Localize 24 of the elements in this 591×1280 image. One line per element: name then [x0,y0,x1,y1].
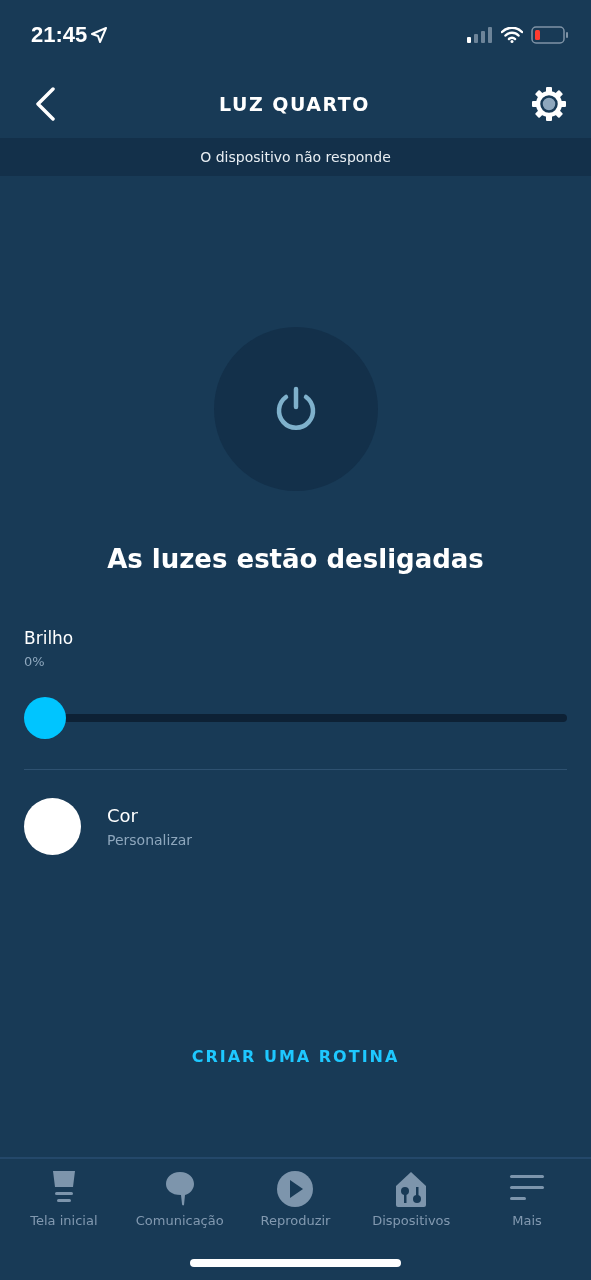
color-swatch[interactable] [24,798,81,855]
settings-button[interactable] [531,86,567,122]
signal-icon [467,27,493,43]
nav-tab[interactable]: Tela inicial [7,1169,120,1229]
color-value: Personalizar [107,832,193,848]
create-routine-link[interactable]: CRIAR UMA ROTINA [191,1047,400,1066]
color-label: Cor [107,805,139,826]
nav-tab[interactable]: Dispositivos [355,1169,468,1229]
play-icon [275,1169,316,1209]
brightness-reading: 0% [24,654,46,669]
back-button[interactable] [34,87,58,121]
nav-tab[interactable]: Mais [471,1169,584,1229]
status-banner: O dispositivo não responde [0,138,591,176]
wifi-icon [501,27,523,43]
brightness-label: Brilho [24,628,75,648]
nav-tab[interactable]: Reproduzir [239,1169,352,1229]
battery-icon [531,26,569,44]
location-arrow-icon [91,27,108,43]
clock-time: 21:45 [31,22,88,48]
nav-tab[interactable]: Comunicação [123,1169,236,1229]
slider-thumb[interactable] [24,697,66,739]
light-status: As luzes estão desligadas [106,544,485,574]
page-title: LUZ QUARTO [219,93,370,115]
brightness-slider[interactable] [24,697,567,739]
